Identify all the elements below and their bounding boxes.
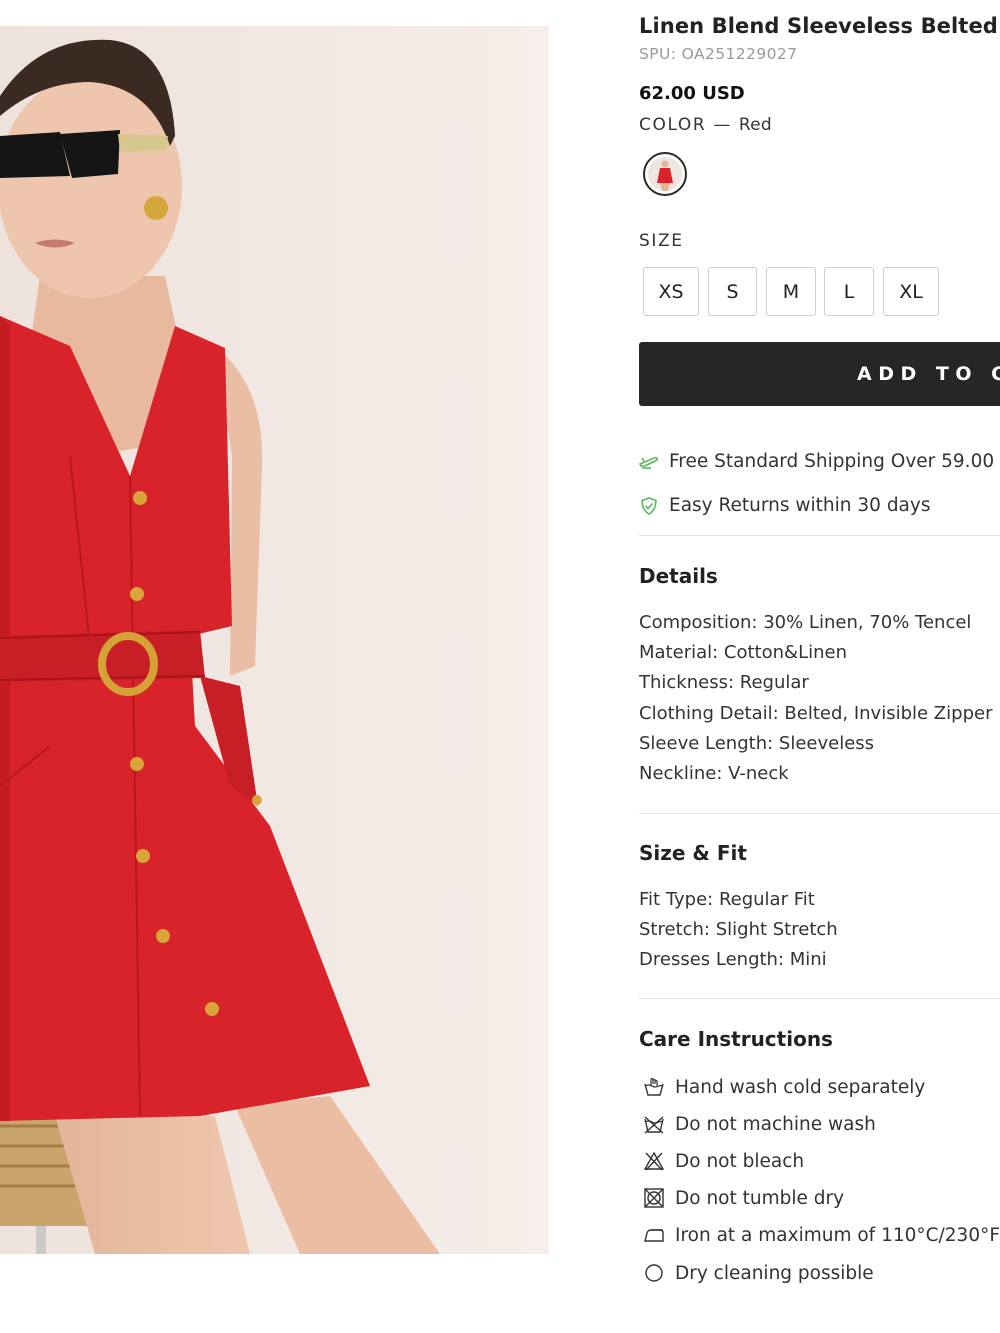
fit-line: Stretch: Slight Stretch [639, 919, 838, 940]
detail-line: Composition: 30% Linen, 70% Tencel [639, 612, 972, 633]
size-label: SIZE [639, 231, 684, 251]
size-option-xs[interactable]: XS [643, 267, 699, 316]
add-to-cart-button[interactable]: ADD TO CA [639, 342, 1000, 406]
detail-line: Neckline: V-neck [639, 763, 789, 784]
care-item: Do not machine wash [642, 1113, 876, 1135]
shield-check-icon [639, 496, 659, 516]
detail-line: Clothing Detail: Belted, Invisible Zippe… [639, 703, 993, 724]
size-option-m[interactable]: M [766, 267, 816, 316]
care-item: Do not tumble dry [642, 1187, 844, 1209]
detail-line: Material: Cotton&Linen [639, 642, 847, 663]
size-option-xl[interactable]: XL [883, 267, 939, 316]
shipping-text: Free Standard Shipping Over 59.00 U [669, 451, 1000, 472]
care-item: Iron at a maximum of 110°C/230°F [642, 1224, 1000, 1246]
detail-line: Thickness: Regular [639, 672, 809, 693]
no-machine-wash-icon [642, 1113, 666, 1135]
color-label: COLOR — [639, 115, 739, 135]
shipping-perk: Free Standard Shipping Over 59.00 U [639, 451, 1000, 472]
care-text: Do not bleach [675, 1150, 805, 1172]
care-item: Hand wash cold separately [642, 1076, 925, 1098]
care-text: Dry cleaning possible [675, 1262, 874, 1284]
divider [639, 813, 1000, 814]
color-label-row: COLOR — Red [639, 115, 772, 135]
care-text: Hand wash cold separately [675, 1076, 926, 1098]
dry-clean-icon [642, 1262, 666, 1284]
care-text: Do not tumble dry [675, 1187, 845, 1209]
fit-line: Fit Type: Regular Fit [639, 889, 815, 910]
product-main-image[interactable] [0, 26, 549, 1254]
size-option-s[interactable]: S [708, 267, 757, 316]
color-swatch-thumbnail [648, 157, 682, 191]
returns-perk: Easy Returns within 30 days [639, 495, 930, 516]
fit-line: Dresses Length: Mini [639, 949, 827, 970]
product-spu: SPU: OA251229027 [639, 45, 798, 63]
hand-wash-icon [642, 1076, 666, 1098]
divider [639, 998, 1000, 999]
size-option-l[interactable]: L [824, 267, 874, 316]
care-text: Iron at a maximum of 110°C/230°F [675, 1224, 1000, 1246]
care-text: Do not machine wash [675, 1113, 876, 1135]
returns-text: Easy Returns within 30 days [669, 495, 931, 516]
color-swatch-red[interactable] [643, 152, 687, 196]
detail-line: Sleeve Length: Sleeveless [639, 733, 875, 754]
product-title: Linen Blend Sleeveless Belted Mini [639, 14, 1000, 38]
product-price: 62.00 USD [639, 83, 745, 104]
care-heading: Care Instructions [639, 1027, 833, 1051]
iron-icon [642, 1224, 666, 1246]
color-value: Red [738, 115, 772, 135]
care-item: Do not bleach [642, 1150, 804, 1172]
care-item: Dry cleaning possible [642, 1262, 874, 1284]
size-fit-heading: Size & Fit [639, 841, 747, 865]
details-heading: Details [639, 564, 718, 588]
no-bleach-icon [642, 1150, 666, 1172]
shipping-plane-icon [639, 452, 659, 472]
add-to-cart-label: ADD TO CA [857, 363, 1000, 385]
product-info-panel: Linen Blend Sleeveless Belted Mini SPU: … [639, 0, 1000, 1333]
divider [639, 535, 1000, 536]
no-tumble-dry-icon [642, 1187, 666, 1209]
